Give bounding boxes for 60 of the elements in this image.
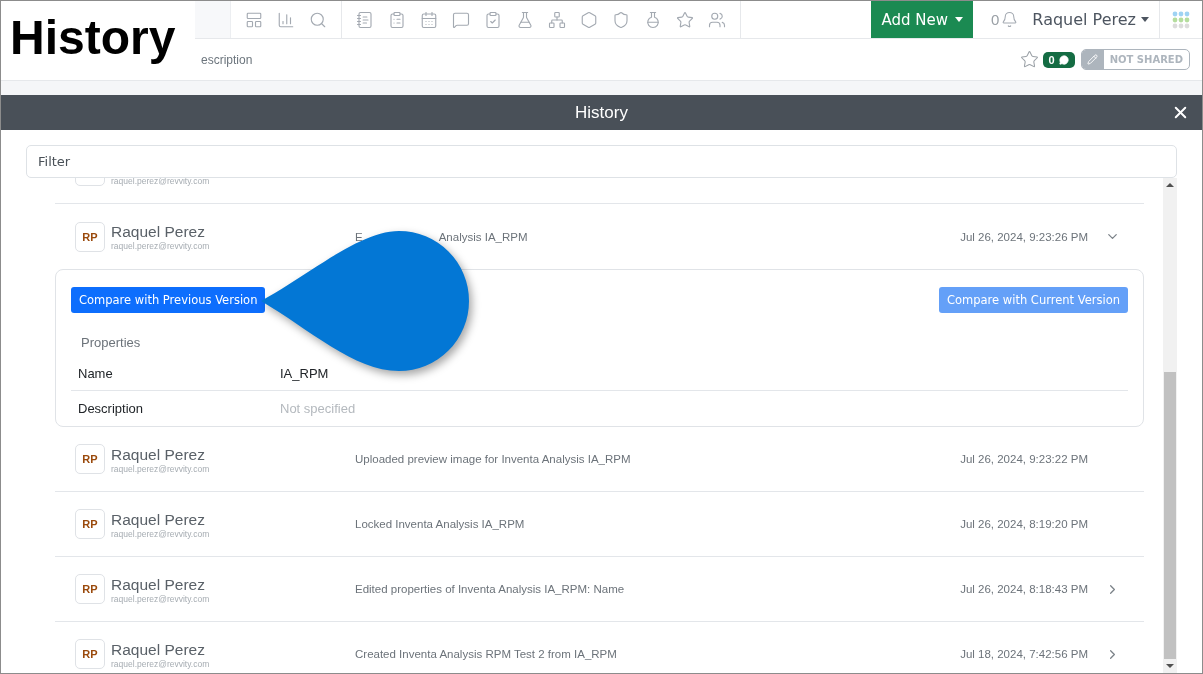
network-icon[interactable]: [548, 10, 566, 29]
user-name: Raquel Perez: [111, 222, 206, 241]
history-description: Uploaded preview image for Inventa Analysis IA_RPM: [355, 453, 631, 465]
clipboard-icon[interactable]: [388, 10, 406, 29]
avatar: RP: [75, 221, 105, 252]
round-flask-icon[interactable]: [644, 10, 662, 29]
flask-icon[interactable]: [516, 10, 534, 29]
properties-heading: Properties: [80, 334, 142, 352]
history-description: Edited properties of Inventa Analysis IA_RPM: Name: [355, 583, 625, 595]
timestamp: Jul 18, 2024, 7:42:56 PM: [959, 648, 1088, 660]
user-email: raquel.perez@revvity.com: [111, 658, 211, 669]
compare-button[interactable]: Compare with Previous Version: [71, 287, 266, 313]
user-menu[interactable]: Raquel Perez: [1018, 1, 1160, 38]
timestamp: Jul 26, 2024, 8:18:43 PM: [959, 583, 1088, 595]
users-icon[interactable]: [708, 10, 726, 29]
user-name: Raquel Perez: [111, 639, 206, 659]
history-description: Analysis IA_RPM: [438, 230, 528, 243]
breadcrumb-text[interactable]: escription: [201, 52, 253, 67]
apps-grid-icon[interactable]: [1172, 10, 1190, 29]
pencil-icon: [1087, 54, 1099, 65]
user-email: raquel.perez@revvity.com: [111, 528, 211, 539]
user-name: Raquel Perez: [111, 444, 206, 464]
timestamp: Jul 26, 2024, 9:23:26 PM: [959, 230, 1088, 243]
scrollbar[interactable]: [1163, 178, 1177, 673]
user-email: raquel.perez@revvity.com: [111, 178, 211, 186]
property-value: Not specified: [280, 401, 357, 416]
calendar-icon[interactable]: [420, 10, 438, 29]
hexagon-icon[interactable]: [580, 10, 598, 29]
avatar: RP: [75, 509, 105, 539]
bell-icon[interactable]: [1001, 11, 1019, 28]
timestamp: Jul 26, 2024, 9:23:22 PM: [959, 453, 1088, 465]
user-email: raquel.perez@revvity.com: [111, 593, 211, 604]
star-icon[interactable]: [676, 10, 694, 29]
filter-field[interactable]: Filter: [26, 145, 1177, 178]
add-new-button[interactable]: Add New: [871, 1, 973, 38]
user-email: raquel.perez@revvity.com: [111, 463, 211, 474]
property-name: Name: [78, 365, 114, 381]
avatar: RP: [75, 574, 105, 604]
clipboard-check-icon[interactable]: [484, 10, 502, 29]
history-description: Locked Inventa Analysis IA_RPM: [355, 518, 525, 530]
shield-icon[interactable]: [612, 10, 630, 29]
notebook-icon[interactable]: [356, 10, 374, 29]
search-icon[interactable]: [309, 10, 327, 29]
property-name: Description: [78, 401, 145, 416]
bar-chart-icon[interactable]: [277, 10, 295, 29]
layout-icon[interactable]: [245, 10, 263, 29]
property-value: IA_RPM: [280, 365, 330, 381]
comment-count-badge[interactable]: 0: [1042, 51, 1075, 68]
user-name: Raquel Perez: [111, 574, 206, 594]
user-email: raquel.perez@revvity.com: [111, 241, 211, 251]
notification-count: 0: [991, 11, 1000, 28]
history-description: E: [355, 230, 363, 243]
avatar: RP: [75, 639, 105, 669]
avatar: RP: [75, 444, 105, 474]
timestamp: Jul 26, 2024, 8:19:20 PM: [959, 518, 1088, 530]
message-icon[interactable]: [452, 10, 470, 29]
history-description: Created Inventa Analysis RPM Test 2 from IA_RPM: [355, 648, 617, 660]
modal-title: History: [575, 102, 628, 123]
star-icon[interactable]: [1019, 50, 1039, 69]
user-name: Raquel Perez: [111, 509, 206, 529]
